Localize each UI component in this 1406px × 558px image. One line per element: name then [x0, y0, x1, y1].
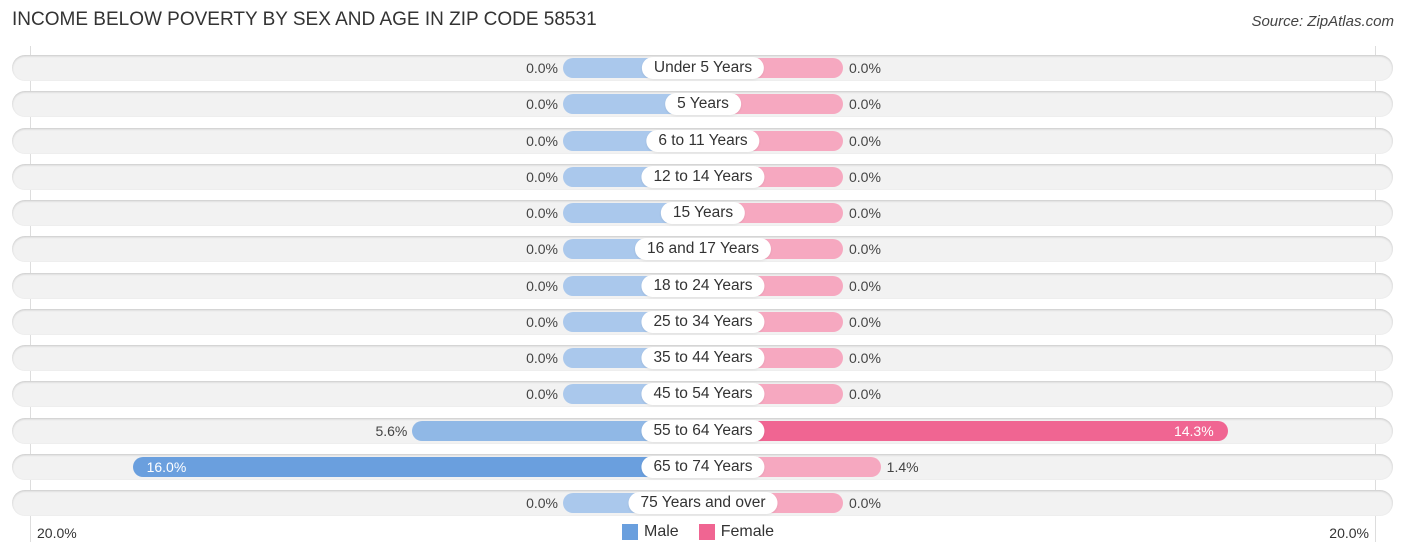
category-label: Under 5 Years — [641, 57, 765, 79]
category-label: 12 to 14 Years — [641, 165, 765, 188]
source-label: Source: ZipAtlas.com — [1251, 13, 1394, 30]
male-value-label: 5.6% — [375, 422, 408, 439]
legend: Male Female — [622, 523, 774, 541]
male-value-label: 0.0% — [526, 386, 558, 403]
female-value-label: 0.0% — [849, 241, 881, 258]
category-label: 5 Years — [665, 93, 741, 116]
category-label: 55 to 64 Years — [641, 419, 765, 442]
legend-female-label: Female — [720, 523, 775, 540]
category-label: 35 to 44 Years — [641, 347, 765, 369]
legend-male-swatch — [622, 524, 638, 540]
male-value-label: 0.0% — [526, 168, 558, 185]
male-value-label: 16.0% — [146, 458, 187, 475]
female-bar — [703, 420, 1228, 441]
male-value-label: 0.0% — [526, 241, 558, 258]
male-bar — [132, 456, 703, 477]
legend-male-label: Male — [644, 523, 679, 540]
female-value-label: 14.3% — [1173, 422, 1214, 439]
female-value-label: 0.0% — [849, 386, 881, 403]
female-value-label: 0.0% — [849, 96, 881, 113]
chart-title: INCOME BELOW POVERTY BY SEX AND AGE IN Z… — [12, 9, 597, 30]
legend-female-swatch — [698, 524, 715, 540]
female-value-label: 0.0% — [849, 205, 881, 221]
category-label: 16 and 17 Years — [634, 238, 772, 261]
category-label: 6 to 11 Years — [646, 129, 760, 152]
category-label: 18 to 24 Years — [641, 274, 765, 297]
category-label: 25 to 34 Years — [641, 310, 765, 333]
male-value-label: 0.0% — [526, 60, 558, 76]
category-label: 75 Years and over — [628, 492, 778, 514]
female-value-label: 0.0% — [849, 132, 881, 149]
female-value-label: 0.0% — [849, 313, 881, 330]
axis-left-label: 20.0% — [37, 525, 77, 541]
category-label: 65 to 74 Years — [641, 455, 765, 478]
female-value-label: 0.0% — [849, 60, 881, 76]
category-label: 15 Years — [660, 202, 746, 224]
female-value-label: 0.0% — [849, 495, 881, 511]
female-value-label: 0.0% — [849, 277, 881, 294]
male-value-label: 0.0% — [526, 313, 558, 330]
axis-right-label: 20.0% — [1329, 525, 1369, 541]
male-value-label: 0.0% — [526, 205, 558, 221]
male-value-label: 0.0% — [526, 495, 558, 511]
female-value-label: 1.4% — [886, 458, 919, 475]
male-value-label: 0.0% — [526, 277, 558, 294]
female-value-label: 0.0% — [849, 168, 881, 185]
male-value-label: 0.0% — [526, 350, 558, 366]
male-value-label: 0.0% — [526, 132, 558, 149]
male-value-label: 0.0% — [526, 96, 558, 113]
female-value-label: 0.0% — [849, 350, 881, 366]
category-label: 45 to 54 Years — [641, 383, 765, 406]
